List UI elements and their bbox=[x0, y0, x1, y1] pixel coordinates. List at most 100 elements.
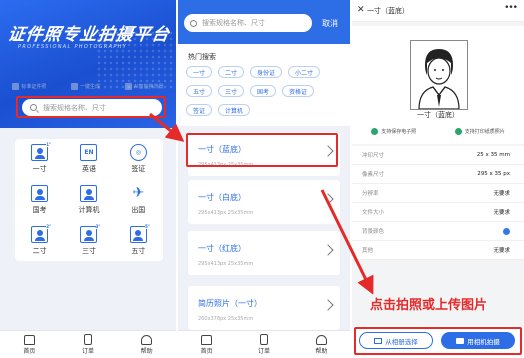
tab-orders[interactable]: 订单 bbox=[258, 334, 270, 355]
search-input[interactable]: 搜索规格名称、尺寸 bbox=[184, 14, 312, 32]
person-3inch-icon: 3" bbox=[80, 223, 101, 243]
check-circle-icon bbox=[371, 128, 379, 135]
hero-title: 证件照专业拍摄平台 bbox=[6, 25, 172, 45]
category-5inch[interactable]: 5" 五寸 bbox=[114, 220, 163, 261]
cancel-button[interactable]: 取消 bbox=[322, 18, 338, 29]
hot-chip[interactable]: 计算机 bbox=[218, 104, 251, 116]
english-en-icon: EN bbox=[80, 144, 98, 162]
spec-dims: 295x413px 25x35mm bbox=[198, 261, 254, 267]
photo-label: 一寸（蓝底） bbox=[417, 111, 459, 119]
spec-dims: 295x413px 25x35mm bbox=[198, 210, 254, 216]
headset-help-icon bbox=[315, 334, 327, 345]
check-circle-icon bbox=[454, 128, 462, 135]
exam-document-icon bbox=[31, 184, 49, 202]
search-icon bbox=[190, 19, 197, 27]
tab-home[interactable]: 首页 bbox=[201, 334, 213, 355]
highlight-upload-buttons bbox=[354, 327, 522, 355]
table-row: 像素尺寸 295 x 35 px bbox=[352, 165, 524, 184]
table-row: 冲印尺寸 25 x 35 mm bbox=[352, 146, 524, 165]
category-computer[interactable]: 计算机 bbox=[64, 180, 113, 221]
table-row: 分辨率 无要求 bbox=[352, 184, 524, 203]
table-row: 背景颜色 bbox=[352, 222, 524, 241]
background-color-swatch bbox=[503, 227, 510, 235]
person-2inch-icon: 2" bbox=[31, 223, 52, 243]
hot-chip[interactable]: 身份证 bbox=[250, 66, 283, 78]
support-row: 支持保存电子照 支持打印纸质照片 bbox=[352, 128, 524, 135]
tab-help[interactable]: 帮助 bbox=[315, 334, 327, 355]
home-icon bbox=[23, 334, 35, 345]
highlight-spec-item bbox=[186, 133, 338, 167]
hot-search-chips: 一寸 二寸 身份证 小二寸 五寸 三寸 国考 资格证 签证 计算机 bbox=[186, 66, 346, 116]
category-civil-exam[interactable]: 国考 bbox=[15, 180, 64, 221]
bottom-tab-bar: 首页 订单 帮助 bbox=[178, 330, 350, 358]
support-item: 支持保存电子照 bbox=[371, 128, 416, 135]
hot-chip[interactable]: 二寸 bbox=[218, 66, 245, 78]
search-topbar: 搜索规格名称、尺寸 取消 bbox=[178, 0, 350, 44]
home-icon bbox=[201, 334, 213, 345]
spec-name: 一寸（红底） bbox=[198, 244, 246, 253]
category-label: 英语 bbox=[81, 165, 96, 174]
hot-chip[interactable]: 一寸 bbox=[186, 66, 213, 78]
more-icon[interactable]: ••• bbox=[504, 3, 518, 13]
annotation-hint: 点击拍照或上传图片 bbox=[370, 298, 488, 313]
tab-help[interactable]: 帮助 bbox=[141, 334, 153, 355]
nav-title: 一寸（蓝底） bbox=[367, 7, 409, 15]
category-abroad[interactable]: ✈ 出国 bbox=[114, 180, 163, 221]
category-grid: 1" 一寸 EN 英语 ◎ 签证 国考 计算机 ✈ 出国 2" 二寸 3" 三寸… bbox=[15, 139, 163, 261]
hot-chip[interactable]: 国考 bbox=[250, 85, 277, 97]
search-placeholder: 搜索规格名称、尺寸 bbox=[202, 19, 265, 27]
category-3inch[interactable]: 3" 三寸 bbox=[64, 220, 113, 261]
hot-chip[interactable]: 三寸 bbox=[218, 85, 245, 97]
one-click-icon bbox=[71, 83, 79, 90]
hot-search-panel: 热门搜索 一寸 二寸 身份证 小二寸 五寸 三寸 国考 资格证 签证 计算机 bbox=[178, 44, 350, 126]
category-1inch[interactable]: 1" 一寸 bbox=[15, 139, 64, 180]
computer-icon bbox=[80, 184, 98, 202]
category-visa[interactable]: ◎ 签证 bbox=[114, 139, 163, 180]
category-label: 二寸 bbox=[32, 246, 47, 255]
hot-chip[interactable]: 小二寸 bbox=[288, 66, 321, 78]
spec-item-resume[interactable]: 简历照片（一寸） 260x378px 25x35mm bbox=[188, 286, 340, 330]
order-icon bbox=[83, 334, 92, 345]
home-screen: 证件照专业拍摄平台 PROFESSIONAL PHOTOGRAPHY 标准证件照… bbox=[0, 0, 176, 358]
photo-frame bbox=[410, 40, 468, 110]
category-english[interactable]: EN 英语 bbox=[64, 139, 113, 180]
portrait-illustration-icon bbox=[418, 49, 460, 110]
category-label: 一寸 bbox=[32, 165, 47, 174]
table-row: 其他 无要求 bbox=[352, 241, 524, 260]
hot-chip[interactable]: 资格证 bbox=[282, 85, 315, 97]
ai-background-icon bbox=[124, 83, 132, 90]
headset-help-icon bbox=[141, 334, 153, 345]
spec-item-1inch-red[interactable]: 一寸（红底） 295x413px 25x35mm bbox=[188, 231, 340, 275]
composite-screenshot: 证件照专业拍摄平台 PROFESSIONAL PHOTOGRAPHY 标准证件照… bbox=[0, 0, 524, 358]
feature-item: AI智能换背景 bbox=[124, 83, 164, 90]
id-photo-icon bbox=[12, 83, 20, 90]
feature-item: 标准证件照 bbox=[12, 83, 46, 90]
globe-visa-icon: ◎ bbox=[129, 144, 147, 162]
category-label: 计算机 bbox=[78, 205, 100, 214]
category-label: 三寸 bbox=[81, 246, 96, 255]
tab-orders[interactable]: 订单 bbox=[82, 334, 94, 355]
bottom-tab-bar: 首页 订单 帮助 bbox=[0, 330, 176, 358]
chevron-right-icon bbox=[322, 299, 334, 311]
hot-search-title: 热门搜索 bbox=[188, 53, 216, 61]
spec-table: 冲印尺寸 25 x 35 mm 像素尺寸 295 x 35 px 分辨率 无要求 文件… bbox=[352, 146, 524, 260]
close-icon[interactable]: ✕ bbox=[357, 5, 365, 15]
feature-row: 标准证件照 一键生成 AI智能换背景 bbox=[0, 83, 176, 90]
highlight-search-box bbox=[16, 96, 166, 118]
spec-item-1inch-white[interactable]: 一寸（白底） 295x413px 25x35mm bbox=[188, 180, 340, 224]
hot-chip[interactable]: 签证 bbox=[186, 104, 213, 116]
spec-name: 一寸（白底） bbox=[198, 193, 246, 202]
search-screen: 搜索规格名称、尺寸 取消 热门搜索 一寸 二寸 身份证 小二寸 五寸 三寸 国考… bbox=[178, 0, 350, 358]
category-label: 出国 bbox=[131, 205, 146, 214]
chevron-right-icon bbox=[322, 193, 334, 205]
tab-home[interactable]: 首页 bbox=[23, 334, 35, 355]
person-5inch-icon: 5" bbox=[129, 223, 150, 243]
category-2inch[interactable]: 2" 二寸 bbox=[15, 220, 64, 261]
spec-dims: 260x378px 25x35mm bbox=[198, 316, 254, 322]
chevron-right-icon bbox=[322, 244, 334, 256]
hero-subtitle: PROFESSIONAL PHOTOGRAPHY bbox=[18, 44, 128, 50]
category-label: 五寸 bbox=[131, 246, 146, 255]
order-icon bbox=[259, 334, 268, 345]
hot-chip[interactable]: 五寸 bbox=[186, 85, 213, 97]
table-row: 文件大小 无要求 bbox=[352, 203, 524, 222]
